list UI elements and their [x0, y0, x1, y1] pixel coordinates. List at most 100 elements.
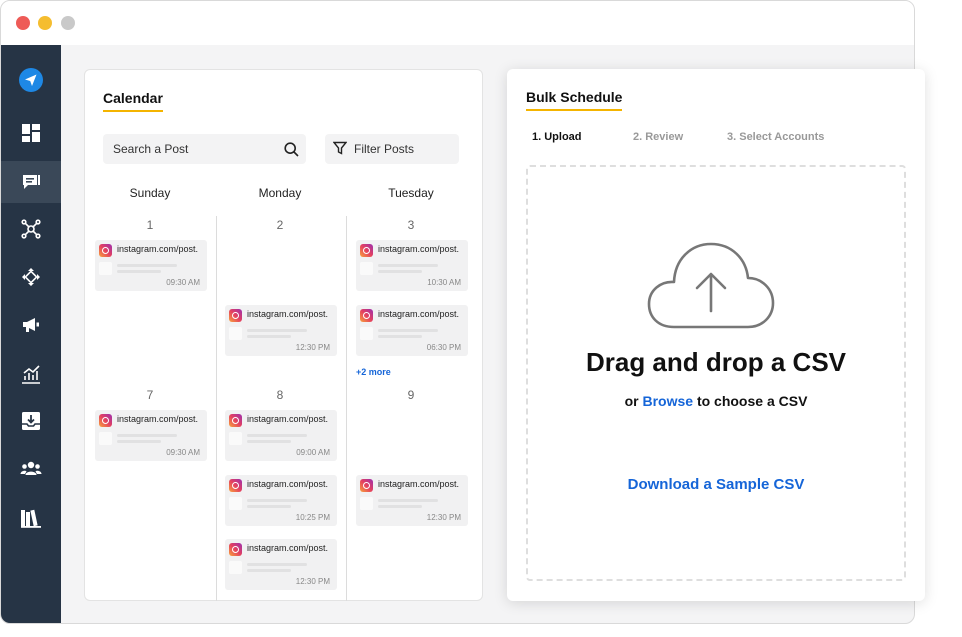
instagram-icon [99, 414, 112, 427]
post-thumbnail [229, 327, 242, 340]
sidebar-item-library[interactable] [1, 497, 61, 539]
post-caption-placeholder [378, 335, 422, 338]
sidebar-item-team[interactable] [1, 448, 61, 490]
minimize-window-button[interactable] [38, 16, 52, 30]
date-cell-2[interactable]: 2 [215, 218, 345, 232]
post-time: 12:30 PM [426, 513, 461, 522]
post-card[interactable]: instagram.com/post. 09:00 AM [225, 410, 337, 461]
post-thumbnail [229, 561, 242, 574]
post-url: instagram.com/post. [117, 244, 199, 254]
date-cell-7[interactable]: 7 [85, 388, 215, 402]
search-icon[interactable] [276, 134, 306, 164]
post-caption-placeholder [247, 499, 307, 502]
search-input[interactable]: Search a Post [113, 142, 276, 156]
post-caption-placeholder [378, 505, 422, 508]
post-caption-placeholder [378, 329, 438, 332]
post-time: 06:30 PM [426, 343, 461, 352]
cloud-upload-icon [646, 241, 776, 338]
post-card[interactable]: instagram.com/post. 10:25 PM [225, 475, 337, 526]
sidebar-item-move[interactable] [1, 256, 61, 298]
search-posts-box[interactable]: Search a Post [103, 134, 306, 164]
calendar-panel: Calendar Search a Post Filter Posts Sund… [84, 69, 483, 601]
zoom-window-button[interactable] [61, 16, 75, 30]
post-caption-placeholder [247, 563, 307, 566]
instagram-icon [229, 479, 242, 492]
day-header-monday: Monday [258, 186, 302, 200]
post-thumbnail [99, 262, 112, 275]
more-posts-link[interactable]: +2 more [356, 367, 391, 377]
sidebar-item-dashboard[interactable] [1, 112, 61, 154]
inbox-icon [21, 411, 41, 431]
post-url: instagram.com/post. [247, 414, 329, 424]
post-caption-placeholder [247, 335, 291, 338]
date-cell-1[interactable]: 1 [85, 218, 215, 232]
post-caption-placeholder [378, 270, 422, 273]
step-upload[interactable]: 1. Upload [532, 131, 582, 143]
post-url: instagram.com/post. [117, 414, 199, 424]
sidebar-item-inbox[interactable] [1, 400, 61, 442]
instagram-icon [229, 543, 242, 556]
post-caption-placeholder [247, 440, 291, 443]
dropzone-sub-suffix: to choose a CSV [696, 393, 808, 409]
post-caption-placeholder [378, 264, 438, 267]
sidebar-item-campaigns[interactable] [1, 304, 61, 346]
sidebar-item-compose[interactable] [1, 161, 61, 203]
post-time: 10:25 PM [295, 513, 330, 522]
move-icon [21, 267, 41, 287]
step-select-accounts[interactable]: 3. Select Accounts [727, 131, 824, 143]
post-thumbnail [360, 497, 373, 510]
post-caption-placeholder [247, 569, 291, 572]
post-card[interactable]: instagram.com/post. 06:30 PM [356, 305, 468, 356]
download-sample-csv-link[interactable]: Download a Sample CSV [528, 476, 904, 493]
post-url: instagram.com/post. [378, 244, 460, 254]
title-bar [1, 1, 914, 45]
filter-posts-button[interactable]: Filter Posts [325, 134, 459, 164]
date-cell-3[interactable]: 3 [346, 218, 476, 232]
close-window-button[interactable] [16, 16, 30, 30]
post-thumbnail [99, 432, 112, 445]
post-card[interactable]: instagram.com/post. 10:30 AM [356, 240, 468, 291]
calendar-title: Calendar [103, 90, 163, 112]
date-cell-9[interactable]: 9 [346, 388, 476, 402]
post-time: 09:00 AM [296, 448, 330, 457]
instagram-icon [360, 479, 373, 492]
post-card[interactable]: instagram.com/post. 09:30 AM [95, 240, 207, 291]
post-time: 10:30 AM [427, 278, 461, 287]
sidebar [1, 45, 61, 623]
post-caption-placeholder [117, 440, 161, 443]
browse-link[interactable]: Browse [642, 393, 693, 409]
post-url: instagram.com/post. [247, 309, 329, 319]
post-thumbnail [229, 432, 242, 445]
post-thumbnail [229, 497, 242, 510]
post-url: instagram.com/post. [378, 479, 460, 489]
post-thumbnail [360, 327, 373, 340]
dropzone-title: Drag and drop a CSV [585, 347, 847, 377]
csv-dropzone[interactable]: Drag and drop a CSV or Browse to choose … [526, 165, 906, 581]
filter-posts-label: Filter Posts [354, 142, 415, 156]
bulk-schedule-title: Bulk Schedule [526, 89, 623, 111]
post-time: 12:30 PM [295, 343, 330, 352]
post-card[interactable]: instagram.com/post. 12:30 PM [225, 539, 337, 590]
post-card[interactable]: instagram.com/post. 12:30 PM [356, 475, 468, 526]
compose-icon [21, 172, 41, 192]
day-header-tuesday: Tuesday [388, 186, 434, 200]
post-card[interactable]: instagram.com/post. 12:30 PM [225, 305, 337, 356]
post-caption-placeholder [117, 270, 161, 273]
post-url: instagram.com/post. [247, 543, 329, 553]
post-caption-placeholder [117, 434, 177, 437]
dashboard-icon [21, 123, 41, 143]
post-time: 09:30 AM [166, 278, 200, 287]
column-divider [216, 216, 217, 601]
post-caption-placeholder [247, 505, 291, 508]
post-caption-placeholder [247, 434, 307, 437]
sidebar-item-home[interactable] [1, 59, 61, 101]
date-cell-8[interactable]: 8 [215, 388, 345, 402]
sidebar-item-network[interactable] [1, 208, 61, 250]
sidebar-item-analytics[interactable] [1, 353, 61, 395]
instagram-icon [360, 244, 373, 257]
post-time: 09:30 AM [166, 448, 200, 457]
analytics-icon [21, 364, 41, 384]
step-review[interactable]: 2. Review [633, 131, 683, 143]
post-card[interactable]: instagram.com/post. 09:30 AM [95, 410, 207, 461]
filter-icon [332, 141, 354, 158]
